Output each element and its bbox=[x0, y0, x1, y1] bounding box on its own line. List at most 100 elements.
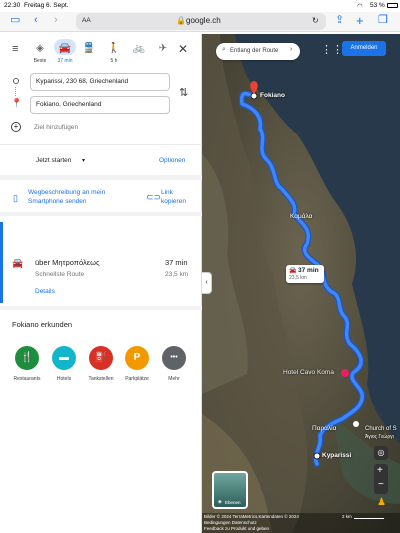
car-icon: 🚘 bbox=[289, 268, 297, 274]
explore-label: Restaurants bbox=[13, 376, 41, 382]
section-divider bbox=[0, 175, 202, 180]
car-icon: 🚘 bbox=[12, 258, 24, 268]
status-bar: 22:30 Freitag 6. Sept. ◠ 53 % bbox=[0, 0, 400, 12]
pegman-icon[interactable]: ♟ bbox=[377, 497, 386, 508]
section-divider bbox=[0, 306, 202, 310]
place-church-sub: Άγιος Γεώργι bbox=[365, 434, 394, 440]
origin-dot-icon bbox=[13, 78, 19, 84]
sign-in-button[interactable]: Anmelden bbox=[342, 41, 386, 56]
place-fokiano[interactable]: Fokiano bbox=[260, 92, 285, 99]
status-time: 22:30 bbox=[4, 2, 21, 9]
back-icon[interactable]: ‹ bbox=[34, 15, 38, 26]
route-info-bubble[interactable]: 🚘 37 min 23,5 km bbox=[286, 265, 324, 283]
mode-bike-icon[interactable]: 🚲 bbox=[129, 43, 149, 54]
place-hotel[interactable]: Hotel Cavo Koma bbox=[283, 369, 334, 376]
zoom-in-icon[interactable]: + bbox=[377, 465, 383, 476]
map-attribution: Bilder © 2024 TerraMetrics,Kartendaten ©… bbox=[204, 514, 299, 519]
link-icon: ⊂⊃ bbox=[146, 192, 162, 202]
address-bar[interactable]: AA 🔒 google.ch ↻ bbox=[76, 13, 326, 30]
layers-button[interactable]: ◈ Ebenen bbox=[212, 471, 248, 509]
wifi-icon: ◠ bbox=[357, 3, 363, 10]
chevron-down-icon: ▾ bbox=[82, 158, 86, 164]
church-marker bbox=[353, 421, 359, 427]
origin-input[interactable]: Kyparissi, 230 68, Griechenland bbox=[30, 73, 170, 91]
my-location-icon[interactable]: ◎ bbox=[374, 446, 388, 460]
browser-toolbar: ▭ ‹ › AA 🔒 google.ch ↻ ⇪ + ❐ bbox=[0, 12, 400, 32]
explore-more[interactable]: ••• Mehr bbox=[159, 346, 189, 382]
more-icon: ••• bbox=[162, 346, 186, 370]
feedback-link[interactable]: Feedback zu Produkt und geben bbox=[204, 526, 269, 531]
forward-icon[interactable]: › bbox=[54, 15, 58, 26]
tabs-icon[interactable]: ❐ bbox=[378, 15, 388, 26]
swap-icon[interactable]: ⇅ bbox=[179, 86, 188, 99]
layers-label: Ebenen bbox=[225, 500, 241, 505]
lock-icon: 🔒 bbox=[176, 16, 186, 25]
map-footer: Bilder © 2024 TerraMetrics,Kartendaten ©… bbox=[202, 513, 400, 533]
directions-panel: ≡ ◈ Beste 🚘 37 min 🚆 🚶 5 h 🚲 ✈ ✕ 📍 Kypar… bbox=[0, 34, 202, 533]
restaurant-icon: 🍴 bbox=[15, 346, 39, 370]
new-tab-icon[interactable]: + bbox=[356, 14, 364, 27]
route-card[interactable]: 🚘 über Μητροπόλεως 37 min Schnellste Rou… bbox=[0, 216, 202, 305]
satellite-map bbox=[202, 34, 400, 533]
add-stop-icon[interactable]: + bbox=[11, 122, 21, 132]
search-icon: ⌕ bbox=[222, 46, 226, 53]
sidebar-toggle-icon[interactable]: ▭ bbox=[10, 15, 20, 26]
mode-walk-label: 5 h bbox=[110, 58, 118, 64]
gas-station-icon: ⛽ bbox=[89, 346, 113, 370]
map-view[interactable]: ⌕ Entlang der Route › ⋮⋮ Anmelden Fokian… bbox=[202, 34, 400, 533]
details-link[interactable]: Details bbox=[35, 288, 55, 295]
mode-walk-icon[interactable]: 🚶 bbox=[104, 43, 124, 54]
origin-marker bbox=[313, 452, 321, 460]
reload-icon[interactable]: ↻ bbox=[312, 16, 319, 25]
divider bbox=[0, 144, 202, 145]
place-kyparissi[interactable]: Kyparissi bbox=[322, 452, 351, 459]
copy-link-button[interactable]: Link kopieren bbox=[161, 188, 195, 206]
hotel-icon: ▬ bbox=[52, 346, 76, 370]
explore-restaurants[interactable]: 🍴 Restaurants bbox=[12, 346, 42, 382]
zoom-out-icon[interactable]: − bbox=[378, 479, 384, 490]
explore-gas-stations[interactable]: ⛽ Tankstellen bbox=[86, 346, 116, 382]
selected-route-bar bbox=[0, 222, 3, 303]
route-subtitle: Schnellste Route bbox=[35, 271, 85, 278]
explore-title: Fokiano erkunden bbox=[12, 320, 73, 329]
explore-hotels[interactable]: ▬ Hotels bbox=[49, 346, 79, 382]
send-to-phone-icon: ▯ bbox=[13, 193, 18, 203]
depart-time-select[interactable]: Jetzt starten bbox=[36, 157, 71, 164]
hotel-marker bbox=[341, 369, 349, 377]
explore-label: Hotels bbox=[56, 376, 72, 382]
route-search-box[interactable]: ⌕ Entlang der Route › bbox=[216, 43, 300, 60]
add-stop-button[interactable]: Ziel hinzufügen bbox=[34, 124, 78, 131]
terms-links[interactable]: Bedingungen Datenschutz bbox=[204, 520, 257, 525]
place-kamala[interactable]: Καμάλα bbox=[290, 213, 312, 220]
route-distance: 23,5 km bbox=[165, 271, 189, 278]
zoom-controls: + − bbox=[374, 464, 388, 494]
map-scale: 2 km bbox=[342, 514, 352, 519]
mode-car-icon[interactable]: 🚘 bbox=[55, 43, 75, 54]
share-icon[interactable]: ⇪ bbox=[335, 15, 344, 26]
mode-best-label: Beste bbox=[33, 58, 47, 64]
send-to-phone-button[interactable]: Wegbeschreibung an mein Smartphone sende… bbox=[28, 188, 128, 206]
place-paralia[interactable]: Παραλία bbox=[312, 425, 336, 432]
options-button[interactable]: Optionen bbox=[159, 157, 185, 164]
explore-label: Mehr bbox=[168, 376, 180, 382]
mode-transit-icon[interactable]: 🚆 bbox=[79, 43, 99, 54]
explore-label: Tankstellen bbox=[88, 376, 114, 382]
destination-input[interactable]: Fokiano, Griechenland bbox=[30, 96, 170, 114]
mode-car-label: 37 min bbox=[57, 58, 73, 64]
layers-icon: ◈ bbox=[218, 499, 222, 505]
reader-aa-button[interactable]: AA bbox=[82, 17, 91, 24]
route-search-input[interactable]: Entlang der Route bbox=[230, 48, 278, 54]
collapse-panel-button[interactable]: ‹ bbox=[202, 272, 212, 294]
mode-flight-icon[interactable]: ✈ bbox=[153, 43, 173, 54]
apps-grid-icon[interactable]: ⋮⋮ bbox=[321, 43, 343, 56]
place-church[interactable]: Church of S bbox=[365, 426, 397, 432]
explore-parking[interactable]: P Parkplätze bbox=[122, 346, 152, 382]
url-text[interactable]: google.ch bbox=[186, 16, 221, 25]
menu-icon[interactable]: ≡ bbox=[12, 43, 18, 55]
scale-bar bbox=[354, 518, 384, 519]
close-icon[interactable]: ✕ bbox=[178, 42, 188, 56]
chevron-right-icon: › bbox=[290, 46, 293, 53]
explore-label: Parkplätze bbox=[125, 376, 149, 382]
mode-best-icon[interactable]: ◈ bbox=[30, 43, 50, 54]
parking-icon: P bbox=[125, 346, 149, 370]
